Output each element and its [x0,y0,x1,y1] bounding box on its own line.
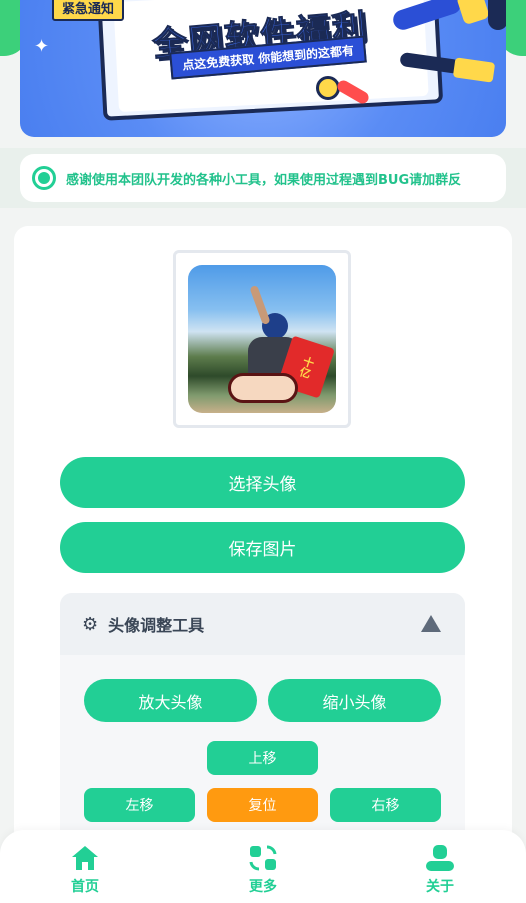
reset-button[interactable]: 复位 [207,788,318,822]
microphone-icon [488,0,506,30]
notice-text: 感谢使用本团队开发的各种小工具，如果使用过程遇到BUG请加群反 [66,172,462,188]
avatar-tools-panel: ⚙ 头像调整工具 放大头像 缩小头像 上移 左移 复位 右移 [60,593,465,866]
save-image-button[interactable]: 保存图片 [60,522,465,573]
sparkle-icon: ✦ [34,36,50,57]
avatar-preview-image[interactable]: 十亿 [188,265,336,413]
tab-about-label: 关于 [426,879,454,895]
raised-arm-shape [249,284,271,326]
promo-banner-area: 紧急通知 全网软件福利 点这免费获取 你能想到的这都有 ✦ ✧ ✦ [0,0,526,148]
tab-home-label: 首页 [71,879,99,895]
microphone-icon [452,57,496,83]
move-left-button[interactable]: 左移 [84,788,195,822]
hand-shape [228,373,298,403]
move-up-button[interactable]: 上移 [207,741,318,775]
notice-bar[interactable]: 感谢使用本团队开发的各种小工具，如果使用过程遇到BUG请加群反 [20,154,506,202]
radio-dot-icon [32,166,56,190]
tab-more[interactable]: 更多 [223,844,303,896]
bottom-tab-bar: 首页 更多 关于 [0,830,526,903]
zoom-out-button[interactable]: 缩小头像 [268,679,441,722]
tab-about[interactable]: 关于 [400,844,480,896]
avatar-preview-frame: 十亿 [173,250,351,428]
avatar-editor-card: 十亿 选择头像 保存图片 ⚙ 头像调整工具 放大头像 缩小头像 上移 左移 复位… [14,226,512,866]
banner-tag: 紧急通知 [52,0,125,21]
user-icon [426,845,454,871]
collapse-triangle-icon[interactable] [421,615,441,632]
promo-banner[interactable]: 紧急通知 全网软件福利 点这免费获取 你能想到的这都有 ✦ ✧ ✦ [20,0,506,137]
choose-avatar-button[interactable]: 选择头像 [60,457,465,508]
move-right-button[interactable]: 右移 [330,788,441,822]
zoom-in-button[interactable]: 放大头像 [84,679,257,722]
tab-more-label: 更多 [249,879,277,895]
flag-text: 十亿 [296,354,317,380]
gear-icon: ⚙ [82,613,99,635]
more-icon [249,845,277,871]
home-icon [72,846,98,870]
microphone-icon [456,0,490,26]
sparkle-icon: ✦ [160,88,170,101]
tools-header[interactable]: ⚙ 头像调整工具 [60,593,465,655]
sparkle-icon: ✧ [138,74,155,98]
tools-title: 头像调整工具 [108,616,205,635]
tab-home[interactable]: 首页 [45,844,125,896]
